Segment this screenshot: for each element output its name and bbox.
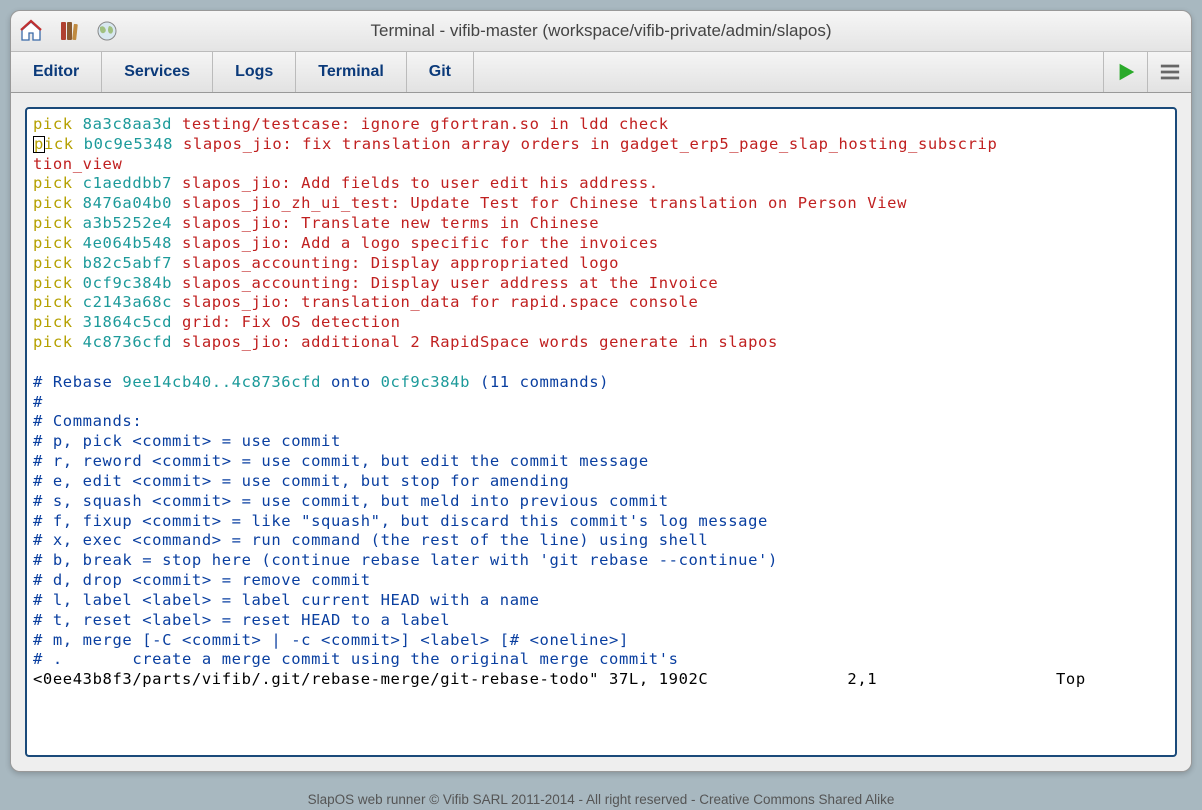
tabbar: Editor Services Logs Terminal Git <box>11 51 1191 93</box>
tab-terminal[interactable]: Terminal <box>296 52 407 92</box>
terminal-output[interactable]: pick 8a3c8aa3d testing/testcase: ignore … <box>25 107 1177 757</box>
hamburger-menu-icon[interactable] <box>1147 52 1191 92</box>
footer-text: SlapOS web runner © Vifib SARL 2011-2014… <box>0 782 1202 807</box>
home-icon[interactable] <box>19 19 43 43</box>
tab-git[interactable]: Git <box>407 52 474 92</box>
run-button[interactable] <box>1103 52 1147 92</box>
window-title: Terminal - vifib-master (workspace/vifib… <box>11 21 1191 41</box>
tab-logs[interactable]: Logs <box>213 52 296 92</box>
titlebar: Terminal - vifib-master (workspace/vifib… <box>11 11 1191 51</box>
app-window: Terminal - vifib-master (workspace/vifib… <box>10 10 1192 772</box>
tab-services[interactable]: Services <box>102 52 213 92</box>
globe-icon[interactable] <box>95 19 119 43</box>
books-icon[interactable] <box>57 19 81 43</box>
tab-editor[interactable]: Editor <box>11 52 102 92</box>
